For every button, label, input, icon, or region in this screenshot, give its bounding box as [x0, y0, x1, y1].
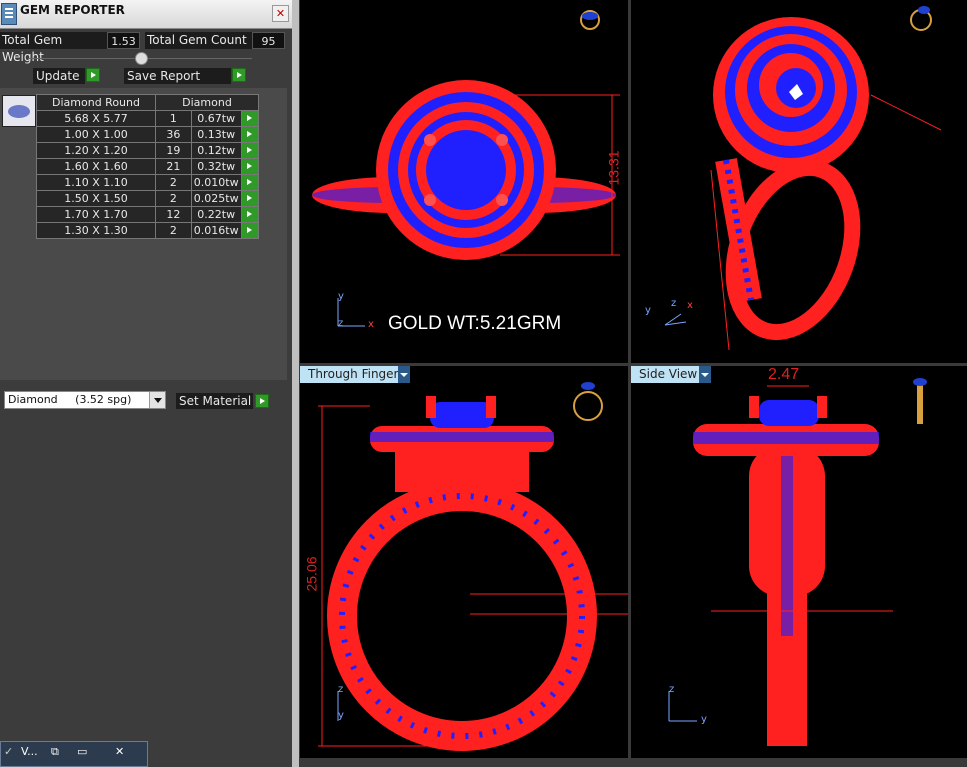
- gem-count: 36: [155, 126, 192, 143]
- set-material-go-icon[interactable]: [255, 394, 269, 408]
- update-go-icon[interactable]: [86, 68, 100, 82]
- gem-weight: 0.016tw: [190, 222, 242, 239]
- row-go-icon[interactable]: [240, 190, 260, 207]
- set-material-button[interactable]: Set Material: [176, 393, 253, 409]
- gem-weight: 0.025tw: [190, 190, 242, 207]
- table-row: 5.68 X 5.77 1 0.67tw: [36, 110, 260, 127]
- title-bar: GEM REPORTER ✕: [0, 0, 292, 29]
- ring-perspective-render: [664, 6, 942, 351]
- gem-reporter-panel: GEM REPORTER ✕ Total Gem Weight 1.53 Tot…: [0, 0, 292, 767]
- gem-weight: 0.32tw: [190, 158, 242, 175]
- tab-side-view[interactable]: Side View: [631, 366, 711, 383]
- gem-weight: 0.12tw: [190, 142, 242, 159]
- app-glyph-icon: ✓: [4, 745, 14, 758]
- table-row: 1.00 X 1.00 36 0.13tw: [36, 126, 260, 143]
- window-title: GEM REPORTER: [20, 3, 125, 17]
- viewport-top[interactable]: 13.31 GOLD WT:5.21GRM y z x: [300, 0, 628, 363]
- minimized-window-label: V...: [21, 745, 38, 758]
- gem-count: 2: [155, 222, 192, 239]
- column-header-shape: Diamond Round: [36, 94, 156, 111]
- axis-z-label: z: [338, 684, 344, 695]
- axis-y-label: y: [701, 714, 707, 725]
- table-row: 1.30 X 1.30 2 0.016tw: [36, 222, 260, 239]
- viewport-side[interactable]: Side View 2.47 z y: [631, 366, 967, 758]
- gem-count: 2: [155, 190, 192, 207]
- total-gem-count-label: Total Gem Count: [145, 32, 253, 49]
- material-select-value: Diamond (3.52 spg): [8, 393, 132, 406]
- material-select[interactable]: Diamond (3.52 spg): [4, 391, 166, 409]
- row-go-icon[interactable]: [240, 142, 260, 159]
- maximize-icon[interactable]: ▭: [77, 745, 87, 758]
- table-row: 1.50 X 1.50 2 0.025tw: [36, 190, 260, 207]
- gem-size: 1.20 X 1.20: [36, 142, 156, 159]
- total-gem-weight-label: Total Gem Weight: [0, 32, 108, 64]
- row-go-icon[interactable]: [240, 158, 260, 175]
- viewport-perspective[interactable]: y z x: [631, 0, 967, 363]
- axis-z-label: z: [671, 298, 677, 309]
- panel-divider[interactable]: [292, 0, 299, 767]
- row-go-icon[interactable]: [240, 174, 260, 191]
- axis-y-label: y: [645, 305, 651, 316]
- splitter-knob[interactable]: [135, 52, 148, 65]
- gold-weight-annotation: GOLD WT:5.21GRM: [388, 313, 562, 334]
- gem-weight: 0.010tw: [190, 174, 242, 191]
- total-gem-count-value: 95: [252, 32, 285, 49]
- row-go-icon[interactable]: [240, 110, 260, 127]
- minimized-window-bar[interactable]: ✓ V... ⧉ ▭ ✕: [0, 741, 148, 767]
- tab-through-finger[interactable]: Through Finger: [300, 366, 410, 383]
- gem-count: 1: [155, 110, 192, 127]
- chevron-down-icon[interactable]: [699, 366, 711, 383]
- gem-size: 1.10 X 1.10: [36, 174, 156, 191]
- axis-z-label: z: [669, 684, 675, 695]
- axis-x-label: x: [368, 319, 374, 330]
- viewport-through-finger[interactable]: Through Finger 25.06 z y: [300, 366, 628, 758]
- gem-weight: 0.22tw: [190, 206, 242, 223]
- row-go-icon[interactable]: [240, 222, 260, 239]
- axis-z-label: z: [338, 318, 344, 329]
- dimension-label-height: 13.31: [605, 150, 622, 186]
- gem-size: 1.50 X 1.50: [36, 190, 156, 207]
- chevron-down-icon[interactable]: [398, 366, 410, 383]
- gem-table: Diamond Round Diamond 5.68 X 5.77 1 0.67tw…: [36, 94, 260, 239]
- row-go-icon[interactable]: [240, 126, 260, 143]
- axis-y-label: y: [338, 291, 344, 302]
- table-row: 1.10 X 1.10 2 0.010tw: [36, 174, 260, 191]
- ring-front-render: [318, 382, 628, 751]
- table-row: 1.60 X 1.60 21 0.32tw: [36, 158, 260, 175]
- table-row: 1.70 X 1.70 12 0.22tw: [36, 206, 260, 223]
- gem-count: 12: [155, 206, 192, 223]
- axis-x-label: x: [687, 300, 693, 311]
- dimension-label-height: 25.06: [303, 556, 320, 592]
- row-go-icon[interactable]: [240, 206, 260, 223]
- gem-count: 21: [155, 158, 192, 175]
- total-gem-weight-value: 1.53: [107, 32, 140, 49]
- gem-size: 1.30 X 1.30: [36, 222, 156, 239]
- gem-size: 5.68 X 5.77: [36, 110, 156, 127]
- ring-top-render: [312, 10, 620, 327]
- close-button[interactable]: ✕: [272, 5, 289, 22]
- restore-icon[interactable]: ⧉: [51, 745, 59, 759]
- gem-count: 2: [155, 174, 192, 191]
- gem-size: 1.60 X 1.60: [36, 158, 156, 175]
- axis-y-label: y: [338, 710, 344, 721]
- column-header-type: Diamond: [155, 94, 259, 111]
- ring-side-render: [668, 378, 927, 746]
- diamond-round-thumbnail[interactable]: [2, 95, 36, 127]
- table-row: 1.20 X 1.20 19 0.12tw: [36, 142, 260, 159]
- save-report-button[interactable]: Save Report: [124, 68, 231, 84]
- tab-side-view-label: Side View: [639, 367, 698, 381]
- close-icon[interactable]: ✕: [115, 745, 124, 758]
- update-button[interactable]: Update: [33, 68, 85, 84]
- tab-through-finger-label: Through Finger: [308, 367, 399, 381]
- gem-weight: 0.67tw: [190, 110, 242, 127]
- gem-count: 19: [155, 142, 192, 159]
- gem-size: 1.70 X 1.70: [36, 206, 156, 223]
- save-report-go-icon[interactable]: [232, 68, 246, 82]
- dimension-label-width: 2.47: [768, 366, 800, 383]
- gem-size: 1.00 X 1.00: [36, 126, 156, 143]
- chevron-down-icon[interactable]: [149, 392, 165, 408]
- gem-reporter-icon: [1, 3, 17, 25]
- gem-weight: 0.13tw: [190, 126, 242, 143]
